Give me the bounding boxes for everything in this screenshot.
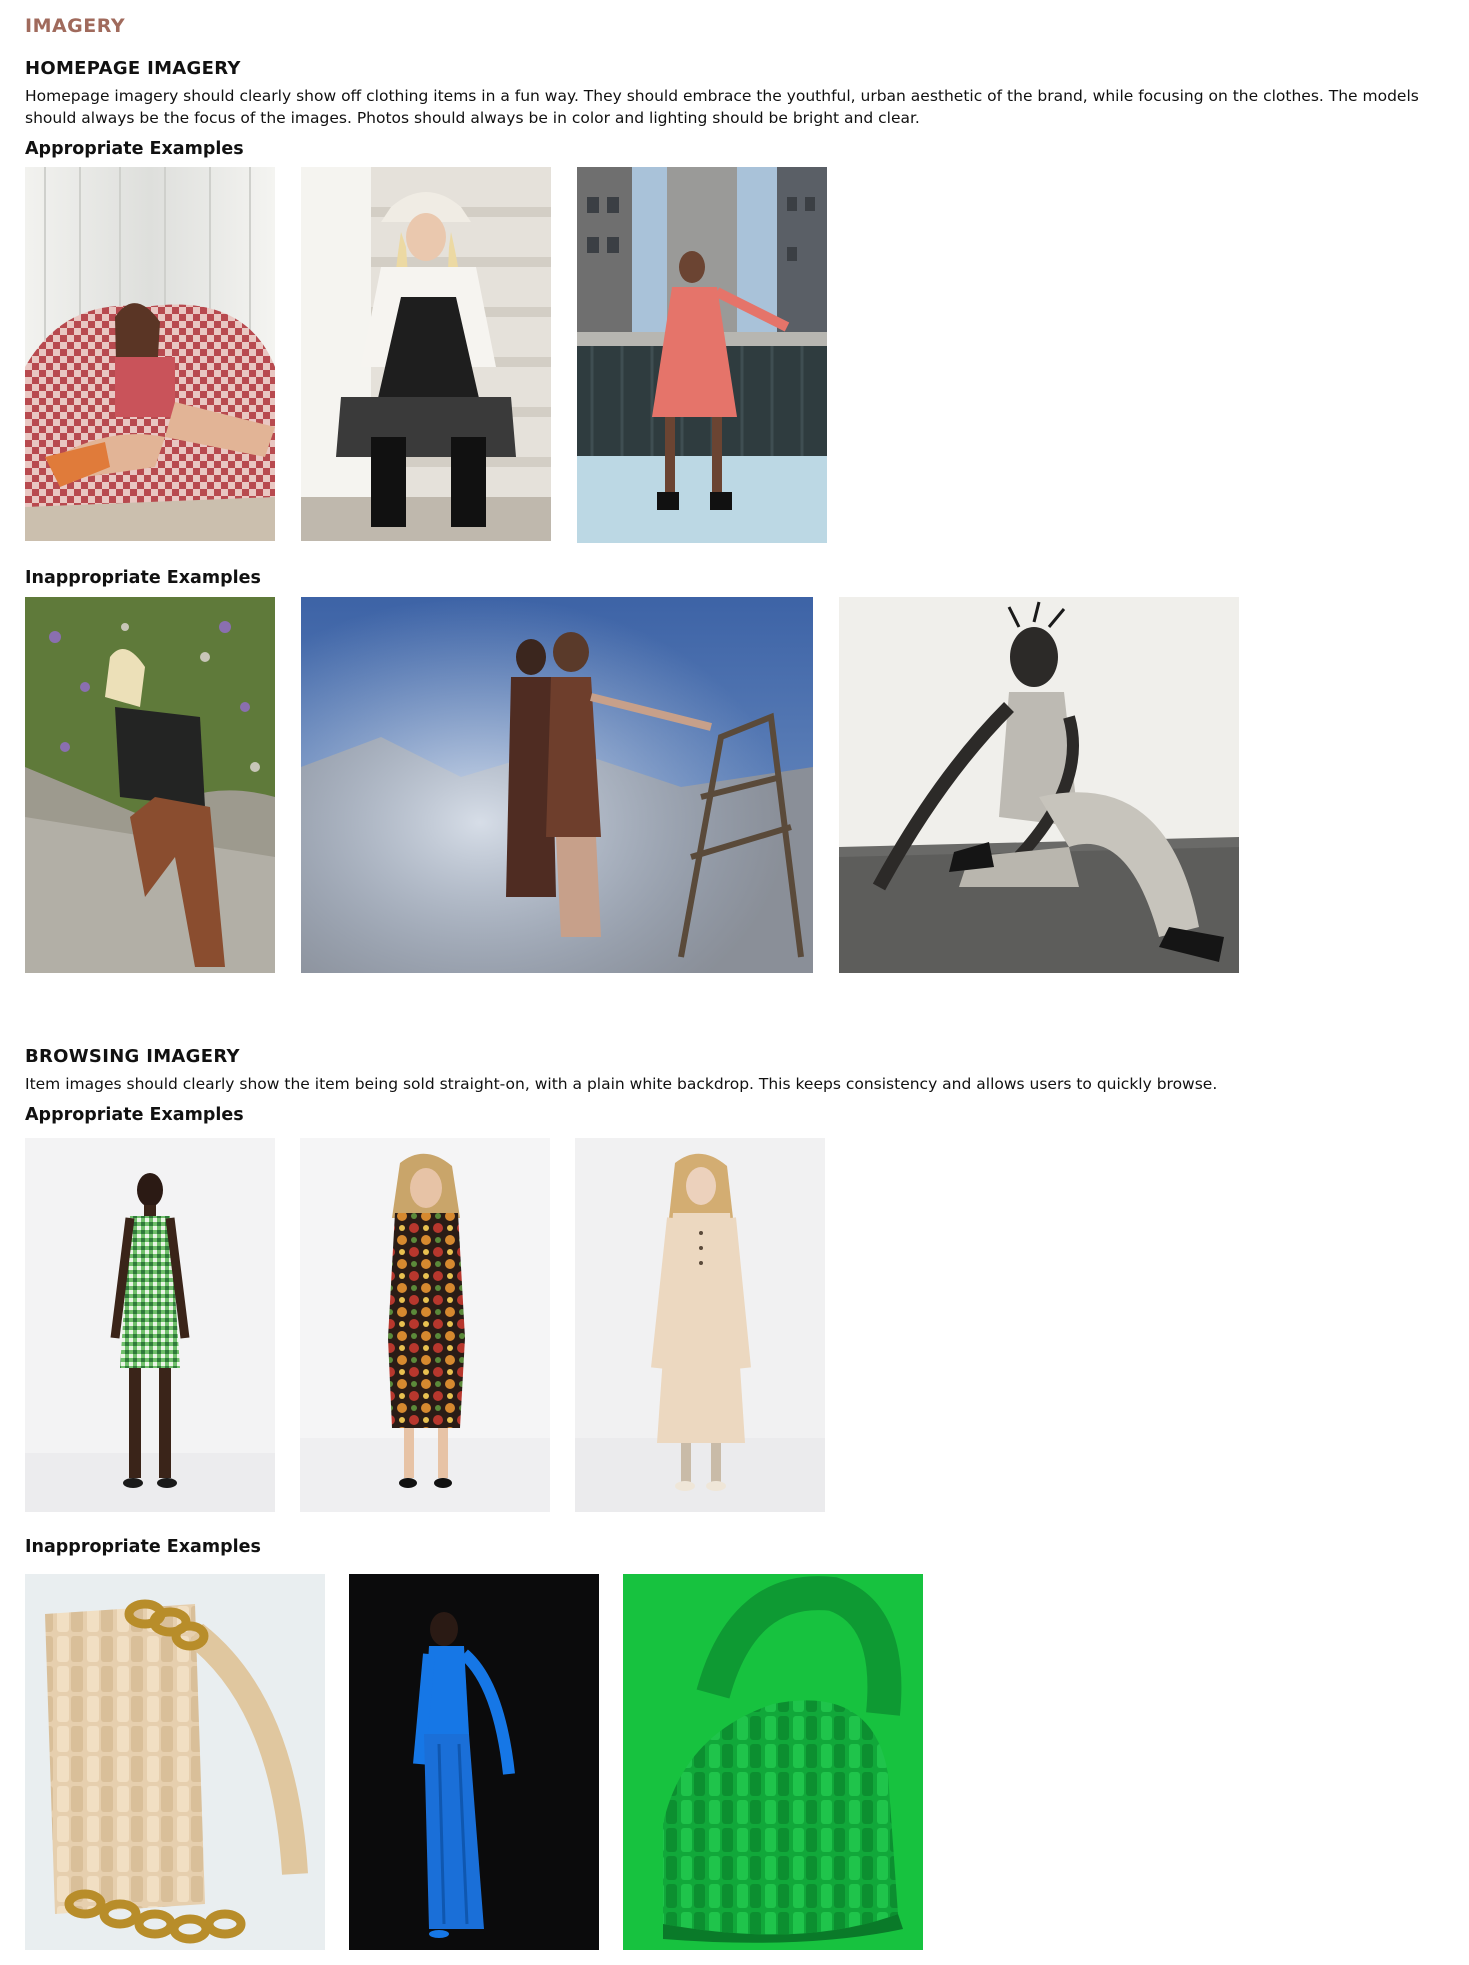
woven-bag-chain-closeup-photo [25, 1574, 325, 1950]
model-black-white-seated-photo [839, 597, 1239, 973]
page-label: IMAGERY [25, 15, 126, 37]
models-smoke-desert-photo [301, 597, 813, 973]
model-bucket-hat-stairs-photo [301, 167, 551, 541]
model-checkered-chair-photo [25, 167, 275, 541]
model-cream-knit-dress-photo [575, 1138, 825, 1512]
browsing-section-title: BROWSING IMAGERY [25, 1046, 240, 1067]
homepage-section-title: HOMEPAGE IMAGERY [25, 58, 241, 79]
homepage-inappropriate-label: Inappropriate Examples [25, 568, 261, 588]
model-pink-dress-rooftop-photo [577, 167, 827, 543]
model-printed-jumpsuit-photo [300, 1138, 550, 1512]
green-woven-bag-green-backdrop-photo [623, 1574, 923, 1950]
model-leaning-flowers-photo [25, 597, 275, 973]
model-green-gingham-dress-photo [25, 1138, 275, 1512]
browsing-appropriate-label: Appropriate Examples [25, 1105, 244, 1125]
browsing-section-description: Item images should clearly show the item… [25, 1075, 1218, 1093]
homepage-appropriate-label: Appropriate Examples [25, 139, 244, 159]
homepage-section-description: Homepage imagery should clearly show off… [25, 87, 1419, 127]
model-blue-dress-black-backdrop-photo [349, 1574, 599, 1950]
browsing-inappropriate-label: Inappropriate Examples [25, 1537, 261, 1557]
